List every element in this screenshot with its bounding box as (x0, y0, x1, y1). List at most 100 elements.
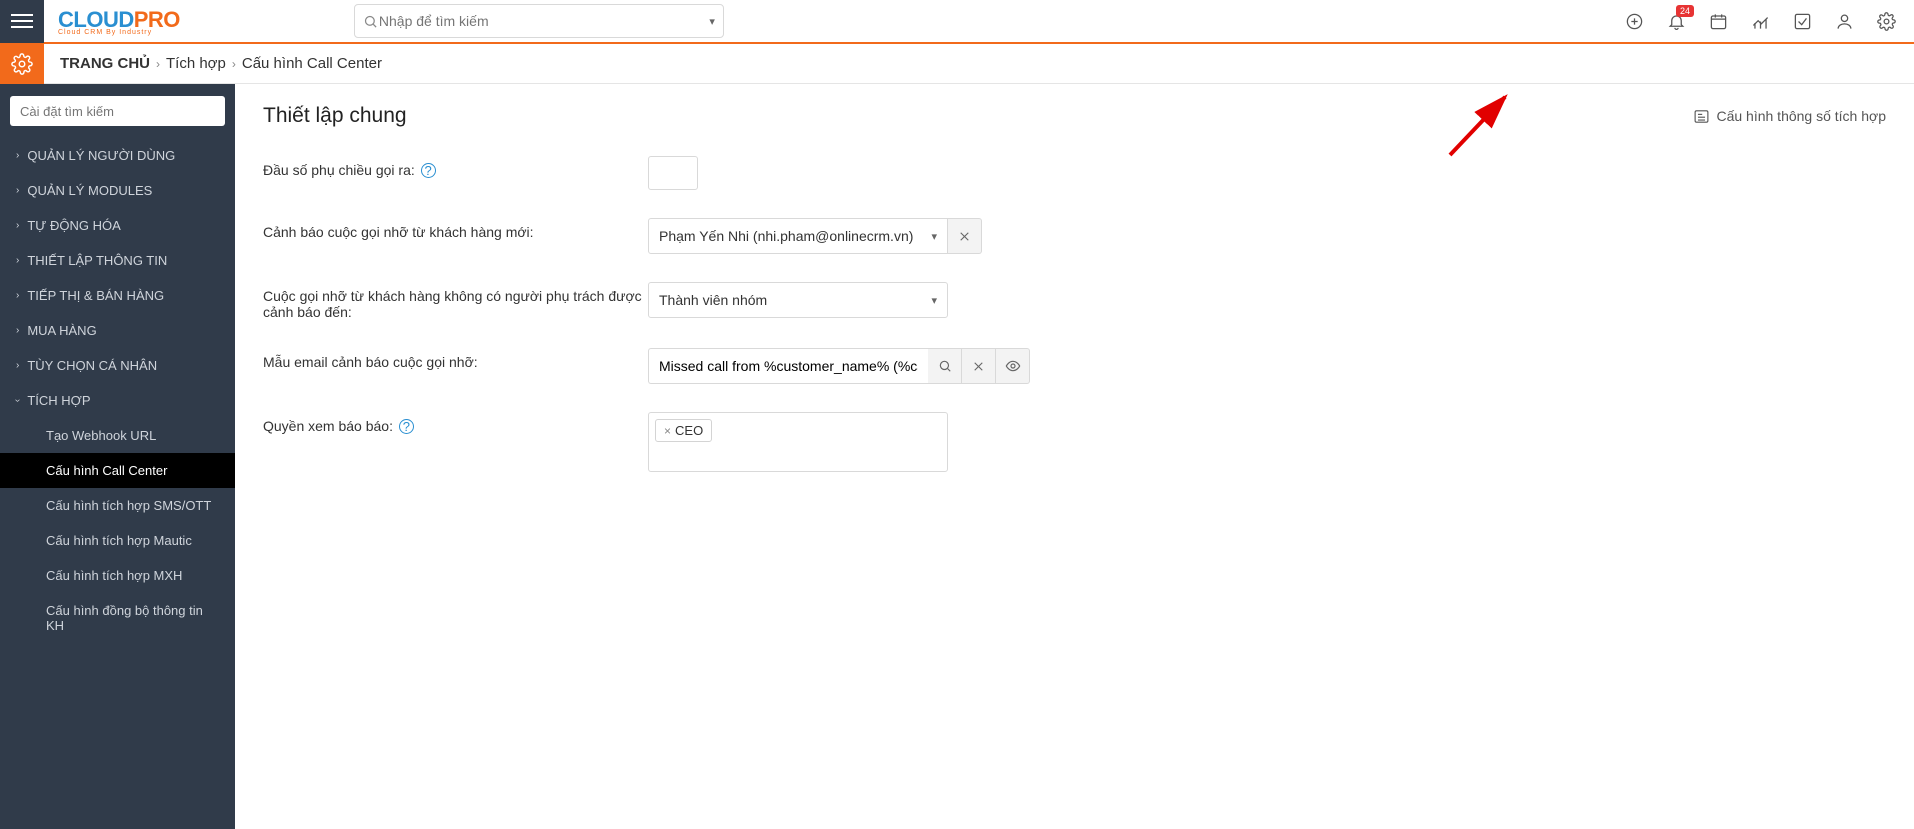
sidebar-item-purchase[interactable]: › MUA HÀNG (0, 313, 235, 348)
chevron-right-icon: › (16, 255, 19, 266)
sidebar: › QUẢN LÝ NGƯỜI DÙNG › QUẢN LÝ MODULES › TỰ… (0, 84, 235, 829)
chevron-down-icon[interactable]: ▾ (709, 15, 715, 28)
logo-text-cloud: CLOUD (58, 7, 134, 32)
email-template-input[interactable] (648, 348, 928, 384)
label-no-owner-alert: Cuộc gọi nhỡ từ khách hàng không có ngườ… (263, 282, 648, 320)
sidebar-item-integration[interactable]: › TÍCH HỢP (0, 383, 235, 418)
chevron-right-icon: › (16, 360, 19, 371)
chevron-right-icon: › (16, 325, 19, 336)
sidebar-item-automation[interactable]: › TỰ ĐỘNG HÓA (0, 208, 235, 243)
tag-chip-ceo: × CEO (655, 419, 712, 442)
notification-bell-icon[interactable]: 24 (1666, 11, 1686, 31)
sidebar-sub-mautic[interactable]: Cấu hình tích hợp Mautic (0, 523, 235, 558)
breadcrumb-row: TRANG CHỦ › Tích hợp › Cấu hình Call Cen… (0, 44, 1914, 84)
label-email-template: Mẫu email cảnh báo cuộc gọi nhỡ: (263, 348, 648, 370)
sidebar-item-label: TIẾP THỊ & BÁN HÀNG (27, 288, 164, 303)
sidebar-sub-social[interactable]: Cấu hình tích hợp MXH (0, 558, 235, 593)
label-text: Đầu số phụ chiều gọi ra: (263, 162, 415, 178)
sidebar-sub-webhook[interactable]: Tạo Webhook URL (0, 418, 235, 453)
sidebar-search-input[interactable] (10, 96, 225, 126)
content-header: Thiết lập chung Cấu hình thông số tích h… (263, 104, 1886, 128)
no-owner-alert-select[interactable]: Thành viên nhóm ▾ (648, 282, 948, 318)
sidebar-item-label: TÙY CHỌN CÁ NHÂN (27, 358, 157, 373)
sidebar-item-label: MUA HÀNG (27, 323, 96, 338)
remove-tag-icon[interactable]: × (664, 424, 671, 438)
new-customer-alert-select[interactable]: Phạm Yến Nhi (nhi.pham@onlinecrm.vn) ▾ (648, 218, 948, 254)
chevron-down-icon: ▾ (931, 294, 937, 307)
row-email-template: Mẫu email cảnh báo cuộc gọi nhỡ: (263, 348, 1886, 384)
sidebar-item-label: TỰ ĐỘNG HÓA (27, 218, 120, 233)
page-title: Thiết lập chung (263, 104, 407, 128)
help-icon[interactable]: ? (421, 163, 436, 178)
chevron-right-icon: › (232, 57, 236, 71)
sidebar-item-info-setup[interactable]: › THIẾT LẬP THÔNG TIN (0, 243, 235, 278)
sidebar-sub-callcenter[interactable]: Cấu hình Call Center (0, 453, 235, 488)
label-outbound-prefix: Đầu số phụ chiều gọi ra: ? (263, 156, 648, 178)
sidebar-sub-sync[interactable]: Cấu hình đồng bộ thông tin KH (0, 593, 235, 643)
lookup-button[interactable] (928, 348, 962, 384)
topbar-actions: 24 (1624, 11, 1904, 31)
logo-text-pro: PRO (134, 7, 180, 32)
logo[interactable]: CLOUDPRO Cloud CRM By Industry (44, 7, 194, 36)
checkbox-icon[interactable] (1792, 11, 1812, 31)
chevron-down-icon: › (12, 399, 23, 402)
breadcrumb-level2: Cấu hình Call Center (242, 55, 382, 72)
user-icon[interactable] (1834, 11, 1854, 31)
news-icon (1693, 108, 1710, 125)
clear-button[interactable] (962, 348, 996, 384)
chevron-down-icon: ▾ (931, 230, 937, 243)
sidebar-sub-sms-ott[interactable]: Cấu hình tích hợp SMS/OTT (0, 488, 235, 523)
chevron-right-icon: › (16, 290, 19, 301)
tag-label: CEO (675, 423, 703, 438)
hamburger-menu-button[interactable] (0, 0, 44, 43)
breadcrumb-home[interactable]: TRANG CHỦ (60, 55, 150, 72)
help-icon[interactable]: ? (399, 419, 414, 434)
control-no-owner-alert: Thành viên nhóm ▾ (648, 282, 948, 318)
sidebar-item-modules[interactable]: › QUẢN LÝ MODULES (0, 173, 235, 208)
control-email-template (648, 348, 1030, 384)
plus-circle-icon[interactable] (1624, 11, 1644, 31)
search-icon (363, 13, 379, 29)
chevron-right-icon: › (16, 220, 19, 231)
sidebar-item-personal[interactable]: › TÙY CHỌN CÁ NHÂN (0, 348, 235, 383)
integration-params-label: Cấu hình thông số tích hợp (1716, 108, 1886, 124)
outbound-prefix-input[interactable] (648, 156, 698, 190)
label-new-customer-alert: Cảnh báo cuộc gọi nhỡ từ khách hàng mới: (263, 218, 648, 240)
sidebar-item-label: TÍCH HỢP (27, 393, 90, 408)
breadcrumb: TRANG CHỦ › Tích hợp › Cấu hình Call Cen… (44, 55, 382, 72)
global-search[interactable]: ▾ (354, 4, 724, 38)
report-permission-tagbox[interactable]: × CEO (648, 412, 948, 472)
preview-button[interactable] (996, 348, 1030, 384)
calendar-icon[interactable] (1708, 11, 1728, 31)
sidebar-item-users[interactable]: › QUẢN LÝ NGƯỜI DÙNG (0, 138, 235, 173)
control-new-customer-alert: Phạm Yến Nhi (nhi.pham@onlinecrm.vn) ▾ (648, 218, 982, 254)
select-value: Phạm Yến Nhi (nhi.pham@onlinecrm.vn) (659, 228, 913, 244)
control-outbound-prefix (648, 156, 698, 190)
main-layout: › QUẢN LÝ NGƯỜI DÙNG › QUẢN LÝ MODULES › TỰ… (0, 84, 1914, 829)
select-value: Thành viên nhóm (659, 292, 767, 308)
row-no-owner-alert: Cuộc gọi nhỡ từ khách hàng không có ngườ… (263, 282, 1886, 320)
settings-module-icon[interactable] (0, 44, 44, 84)
label-text: Quyền xem báo báo: (263, 418, 393, 434)
control-report-permission: × CEO (648, 412, 948, 472)
sidebar-item-label: QUẢN LÝ MODULES (27, 183, 152, 198)
sidebar-item-label: QUẢN LÝ NGƯỜI DÙNG (27, 148, 175, 163)
label-report-permission: Quyền xem báo báo: ? (263, 412, 648, 434)
integration-params-link[interactable]: Cấu hình thông số tích hợp (1693, 108, 1886, 125)
breadcrumb-level1[interactable]: Tích hợp (166, 55, 226, 72)
row-report-permission: Quyền xem báo báo: ? × CEO (263, 412, 1886, 472)
row-new-customer-alert: Cảnh báo cuộc gọi nhỡ từ khách hàng mới:… (263, 218, 1886, 254)
chevron-right-icon: › (16, 185, 19, 196)
content-panel: Thiết lập chung Cấu hình thông số tích h… (235, 84, 1914, 829)
chevron-right-icon: › (156, 57, 160, 71)
clear-button[interactable] (948, 218, 982, 254)
notification-badge: 24 (1676, 5, 1694, 17)
sidebar-item-marketing-sales[interactable]: › TIẾP THỊ & BÁN HÀNG (0, 278, 235, 313)
sidebar-search (10, 96, 225, 126)
row-outbound-prefix: Đầu số phụ chiều gọi ra: ? (263, 156, 1886, 190)
global-search-input[interactable] (379, 13, 709, 29)
sidebar-item-label: THIẾT LẬP THÔNG TIN (27, 253, 167, 268)
analytics-icon[interactable] (1750, 11, 1770, 31)
settings-gear-icon[interactable] (1876, 11, 1896, 31)
chevron-right-icon: › (16, 150, 19, 161)
